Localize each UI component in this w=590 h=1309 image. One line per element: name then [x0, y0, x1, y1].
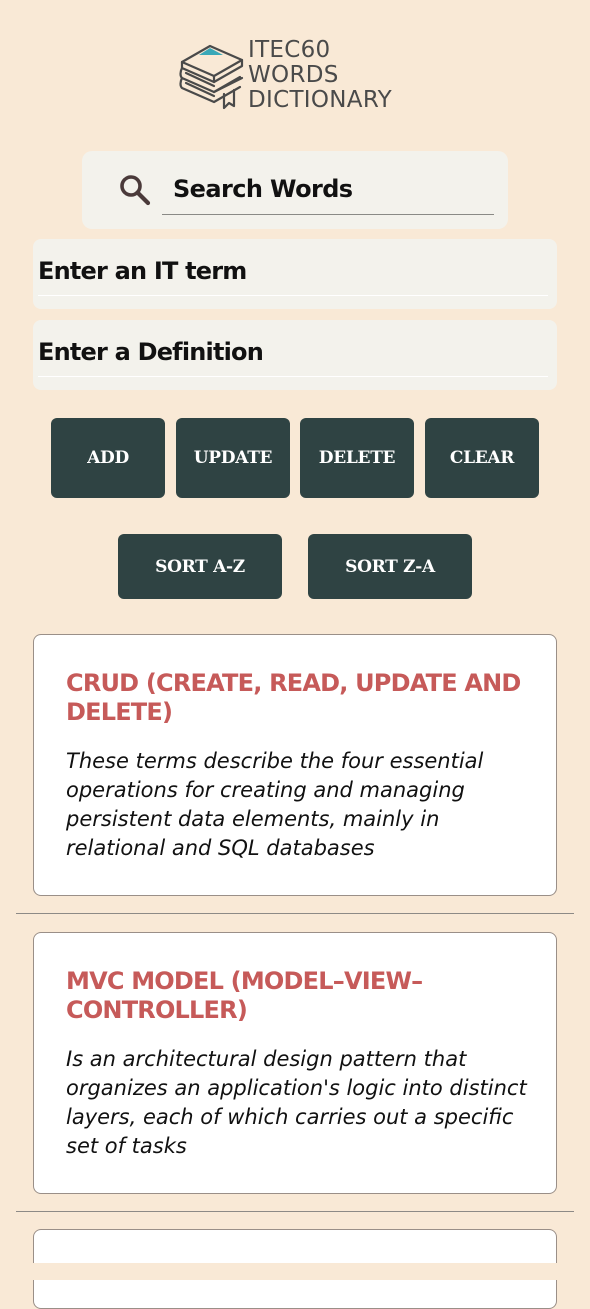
logo-line-2: WORDS: [248, 62, 339, 88]
word-term: CRUD (Create, Read, Update and Delete): [66, 669, 521, 726]
definition-field-container: [33, 320, 557, 390]
stacked-books-icon: [179, 44, 244, 110]
term-input[interactable]: [38, 247, 548, 296]
update-button[interactable]: UPDATE: [176, 418, 290, 498]
delete-button[interactable]: DELETE: [300, 418, 414, 498]
clear-button[interactable]: CLEAR: [425, 418, 539, 498]
list-divider: [16, 1211, 574, 1212]
search-bar: [82, 151, 508, 229]
word-card[interactable]: MVC Model (Model–View–Controller) Is an …: [33, 932, 557, 1194]
word-definition: These terms describe the four essential …: [66, 749, 484, 860]
word-card[interactable]: CRUD (Create, Read, Update and Delete) T…: [33, 634, 557, 896]
search-input[interactable]: [162, 163, 494, 215]
bottom-edge: [0, 1263, 590, 1280]
sort-az-button[interactable]: SORT A-Z: [118, 534, 282, 599]
app-logo: ITEC60 WORDS DICTIONARY: [178, 38, 418, 116]
search-icon[interactable]: [118, 173, 152, 207]
add-button[interactable]: ADD: [51, 418, 165, 498]
word-term: MVC Model (Model–View–Controller): [66, 967, 423, 1024]
logo-text: ITEC60 WORDS DICTIONARY: [248, 38, 392, 113]
logo-line-1: ITEC60: [248, 37, 331, 63]
logo-line-3: DICTIONARY: [248, 87, 392, 113]
list-divider: [16, 913, 574, 914]
term-field-container: [33, 239, 557, 309]
definition-input[interactable]: [38, 328, 548, 377]
word-definition: Is an architectural design pattern that …: [66, 1047, 527, 1158]
sort-za-button[interactable]: SORT Z-A: [308, 534, 472, 599]
